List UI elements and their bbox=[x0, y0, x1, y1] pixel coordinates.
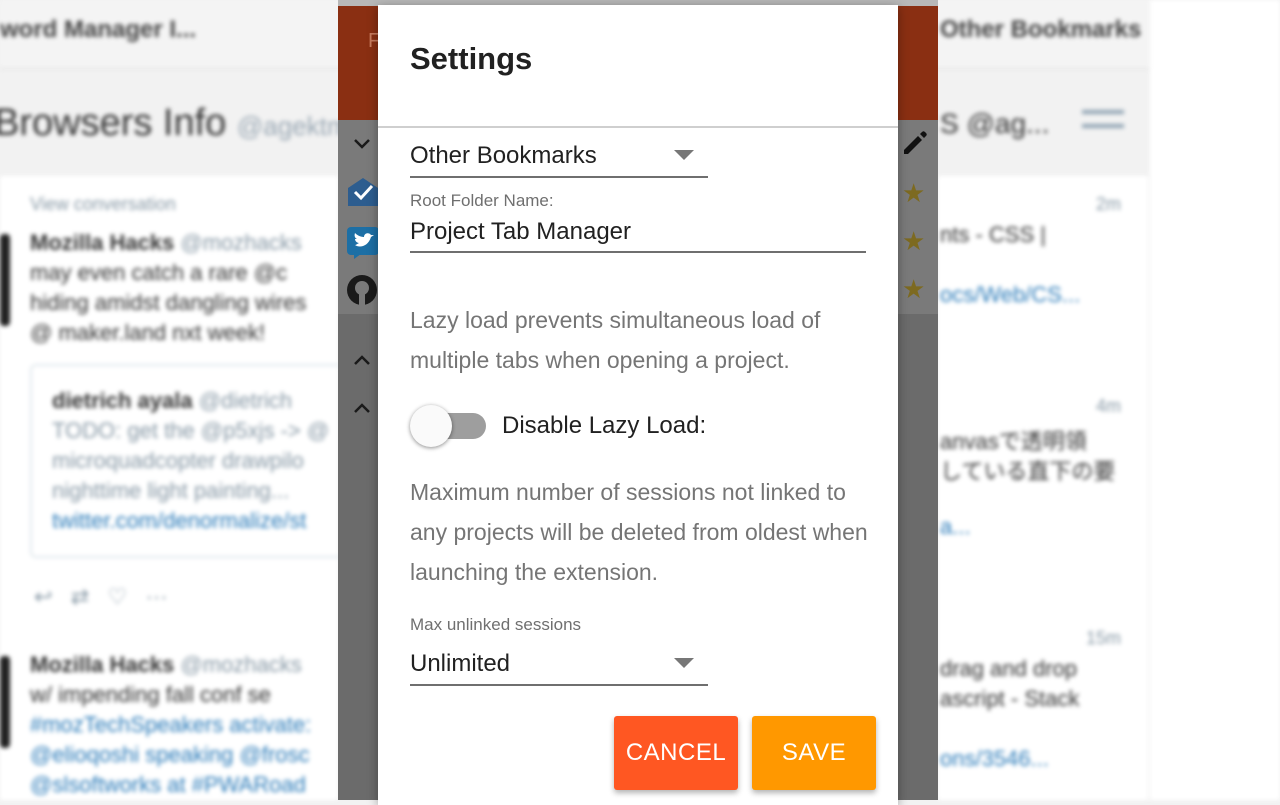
item-line: ascript - Stack bbox=[940, 686, 1080, 711]
item-line: ons/3546... bbox=[940, 746, 1049, 771]
root-folder-label: Root Folder Name: bbox=[410, 191, 554, 210]
root-folder-input[interactable] bbox=[410, 213, 866, 253]
twitter-icon bbox=[347, 227, 379, 259]
max-sessions-label: Max unlinked sessions bbox=[410, 615, 582, 634]
timestamp: 4m bbox=[1096, 396, 1122, 416]
item-line: drag and drop bbox=[940, 656, 1077, 681]
tweet-line: #mozTechSpeakers activate: bbox=[30, 712, 312, 737]
quote-link: twitter.com/denormalize/st bbox=[52, 508, 307, 533]
github-icon bbox=[347, 275, 377, 305]
tweet-line: hiding amidst dangling wires bbox=[30, 290, 307, 315]
tweet-actions: ↩ ⇄ ♡ ··· bbox=[34, 584, 168, 609]
pencil-icon[interactable] bbox=[900, 128, 930, 158]
tweet-author: Mozilla Hacks @mozhacks bbox=[30, 652, 302, 677]
right-column-header: S @ag... bbox=[940, 108, 1050, 139]
dropdown-arrow-icon[interactable] bbox=[674, 658, 694, 668]
tweet-author: Mozilla Hacks @mozhacks bbox=[30, 230, 302, 255]
quote-line: nighttime light painting... bbox=[52, 478, 290, 503]
filter-icon bbox=[1082, 110, 1124, 114]
timestamp: 15m bbox=[1086, 628, 1122, 648]
bookmark-item: Other Bookmarks bbox=[940, 16, 1142, 43]
column-title: Browsers Info bbox=[0, 102, 227, 144]
star-icon[interactable]: ★ bbox=[902, 274, 925, 305]
bookmark-item: word Manager I... bbox=[0, 16, 197, 43]
cancel-button[interactable]: CANCEL bbox=[614, 716, 738, 790]
item-line: ocs/Web/CS... bbox=[940, 282, 1081, 307]
toggle-knob[interactable] bbox=[410, 405, 452, 447]
bookmark-folder-value: Other Bookmarks bbox=[410, 142, 597, 169]
lazy-load-toggle-label: Disable Lazy Load: bbox=[502, 412, 707, 439]
max-sessions-select[interactable]: Unlimited bbox=[410, 644, 708, 686]
item-line: anvasで透明領 bbox=[940, 429, 1087, 454]
star-icon[interactable]: ★ bbox=[902, 226, 925, 257]
item-line: nts - CSS | bbox=[940, 222, 1046, 247]
timestamp: 2m bbox=[1096, 194, 1122, 214]
quote-author: dietrich ayala @dietrich bbox=[52, 388, 293, 413]
tweet-line: @slsoftworks at #PWARoad bbox=[30, 772, 306, 797]
view-conversation-link: View conversation bbox=[30, 194, 176, 214]
avatar bbox=[0, 234, 10, 326]
inbox-icon bbox=[348, 178, 378, 206]
divider bbox=[378, 126, 898, 128]
avatar bbox=[0, 656, 10, 748]
chevron-down-icon[interactable] bbox=[352, 134, 372, 154]
tweet-line: w/ impending fall conf se bbox=[30, 682, 271, 707]
page-margin bbox=[1150, 0, 1280, 800]
dropdown-arrow-icon[interactable] bbox=[674, 150, 694, 160]
tweet-line: @ maker.land nxt week! bbox=[30, 320, 266, 345]
item-line: している直下の要 bbox=[940, 459, 1116, 484]
column-header: Browsers Info @agektm bbox=[0, 102, 349, 145]
quote-line: microquadcopter drawpilo bbox=[52, 448, 304, 473]
lazy-load-description: Lazy load prevents simultaneous load of … bbox=[410, 307, 821, 373]
max-sessions-description: Maximum number of sessions not linked to… bbox=[410, 479, 868, 585]
tweet-line: @elioqoshi speaking @frosc bbox=[30, 742, 310, 767]
bookmark-folder-select[interactable]: Other Bookmarks bbox=[410, 136, 708, 178]
item-line: a... bbox=[940, 514, 971, 539]
max-sessions-value: Unlimited bbox=[410, 650, 511, 677]
column-handle: @agektm bbox=[236, 111, 349, 141]
settings-dialog: Settings Other Bookmarks Root Folder Nam… bbox=[378, 5, 898, 805]
quote-line: TODO: get the @p5xjs -> @ bbox=[52, 418, 330, 443]
dialog-title: Settings bbox=[410, 41, 533, 76]
tweet-line: may even catch a rare @c bbox=[30, 260, 288, 285]
chevron-up-icon[interactable] bbox=[352, 350, 372, 370]
star-icon[interactable]: ★ bbox=[902, 178, 925, 209]
chevron-up-icon[interactable] bbox=[352, 398, 372, 418]
save-button[interactable]: SAVE bbox=[752, 716, 876, 790]
